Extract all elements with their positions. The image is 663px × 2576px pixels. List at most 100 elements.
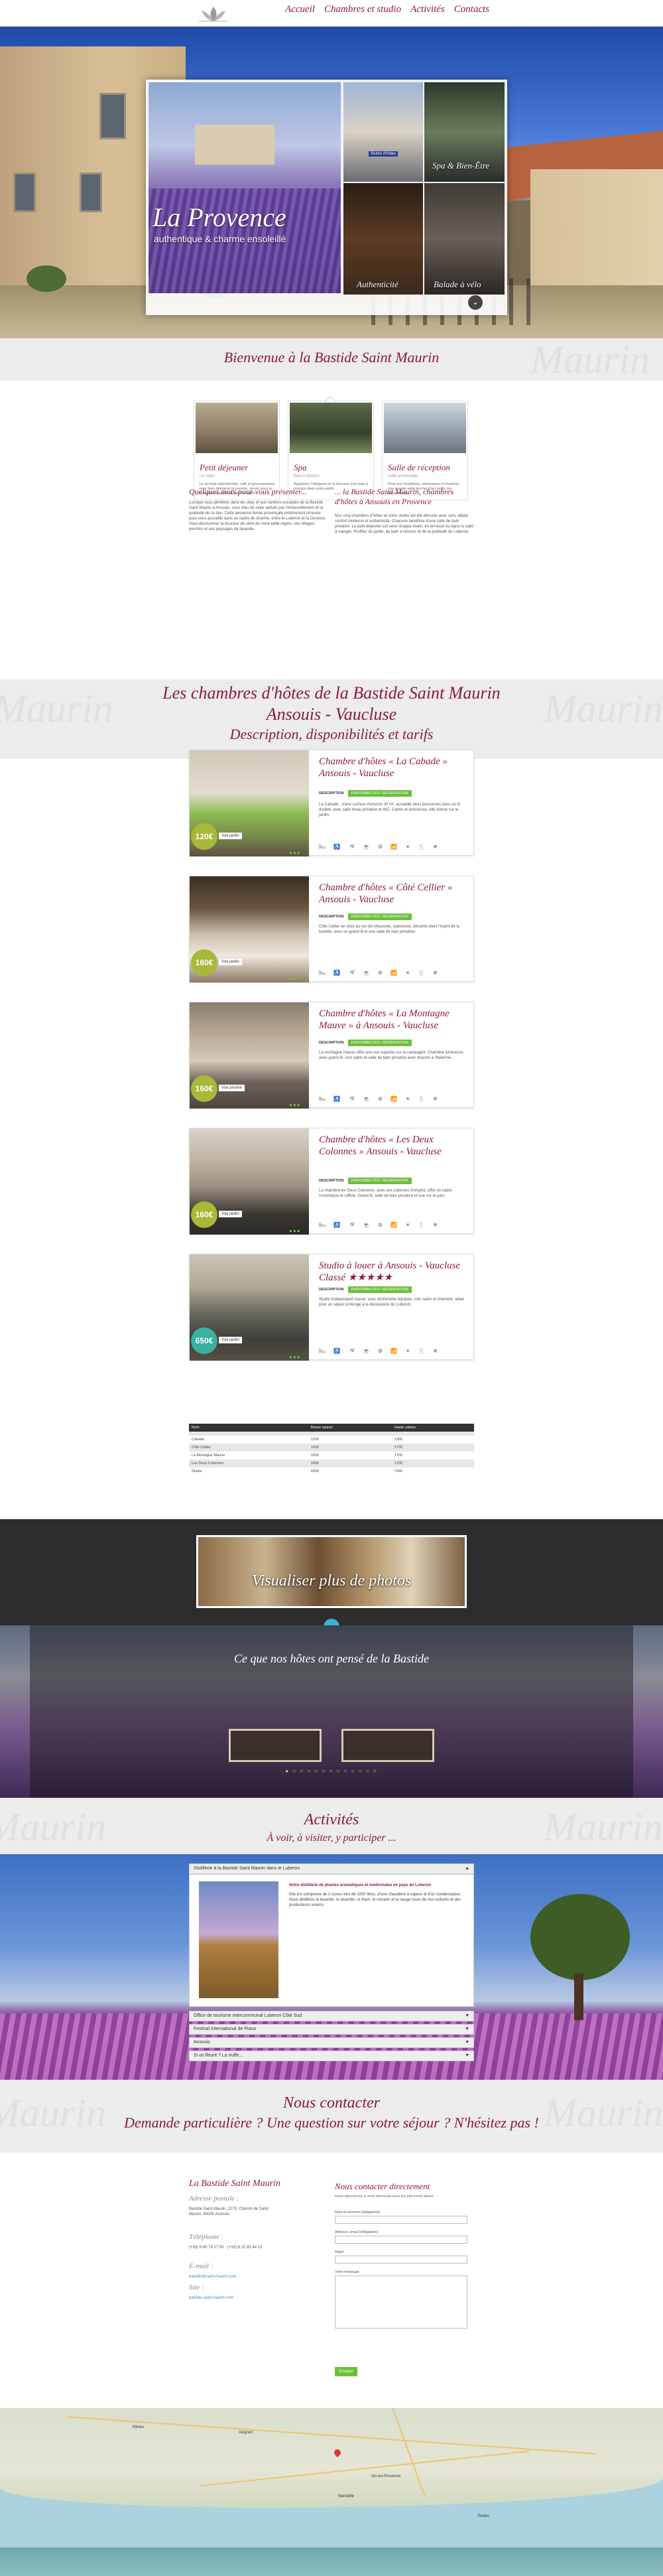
service-subtitle: Le matin (200, 474, 215, 478)
map-city: Toulon (477, 2514, 489, 2518)
testimonials-section: Ce que nos hôtes ont pensé de la Bastide… (0, 1625, 663, 1798)
intro-right-text: Nos cinq chambres d'hôtes et notre studi… (335, 514, 473, 534)
intro-right-title: ... la Bastide Saint Maurin, chambres d'… (335, 487, 454, 506)
nav-item-chambres[interactable]: Chambres et studio (324, 4, 401, 15)
slide-thumb-authenticite[interactable]: Authenticité (343, 183, 423, 295)
room-title[interactable]: Chambre d'hôtes « La Montagne Mauve » à … (319, 1008, 465, 1032)
tab-description[interactable]: DESCRIPTION (319, 1040, 344, 1046)
tarifs-table: Nom Basse saison Haute saison Cabade 120€… (189, 1424, 474, 1475)
table-header: Basse saison (308, 1424, 392, 1432)
chevron-down-icon: ▼ (465, 2053, 469, 2058)
carousel-dots[interactable]: ●●● (289, 1102, 301, 1108)
email-field[interactable] (335, 2236, 467, 2244)
phone-value[interactable]: (+33) 6 60 78 17 50 · (+33) 6 22 85 44 1… (189, 2245, 269, 2250)
slide-thumb-spa[interactable]: Spa & Bien-Être (424, 82, 505, 182)
rooms-list: 120€ Vue jardin ●●● Chambre d'hôtes « La… (0, 750, 663, 1413)
subject-field[interactable] (335, 2256, 467, 2264)
room-caption: Vue jardin (219, 959, 242, 965)
accordion-item-office[interactable]: Office de tourisme intercommunal Luberon… (189, 2011, 474, 2021)
room-caption: Vue jardin (219, 833, 242, 839)
message-field[interactable] (335, 2275, 467, 2329)
testimonials-title: Ce que nos hôtes ont pensé de la Bastide (234, 1652, 429, 1665)
email-link[interactable]: bastide@saint-maurin.com (189, 2274, 236, 2279)
slide-lavender[interactable]: La Provence authentique & charme ensolei… (149, 82, 341, 293)
tab-description[interactable]: DESCRIPTION (319, 1178, 344, 1184)
slide-thumb-studio[interactable]: Studio d'hôtes (343, 82, 423, 182)
map-section[interactable]: Avignon Aix-en-Provence Marseille Toulon… (0, 2408, 663, 2547)
email-field-label: Adresse email (obligatoire) (335, 2230, 379, 2234)
nav-item-accueil[interactable]: Accueil (285, 4, 315, 15)
price-badge: 160€ (191, 949, 217, 976)
carousel-dots[interactable]: ●●● (289, 1228, 301, 1234)
price-badge: 120€ (191, 823, 217, 850)
accordion-item-festival[interactable]: Festival International de Piano ▼ (189, 2024, 474, 2035)
service-card-spa[interactable]: Spa Bain à remous Appréciez l'élégance e… (288, 397, 374, 500)
contact-band: Maurin Maurin Nous contacter Demande par… (0, 2080, 663, 2153)
testimonial-card[interactable] (229, 1729, 322, 1762)
testimonial-card[interactable] (341, 1729, 434, 1762)
service-card-breakfast[interactable]: Petit déjeuner Le matin Le du frais séle… (194, 401, 280, 500)
room-title[interactable]: Chambre d'hôtes « La Cabade » Ansouis - … (319, 756, 465, 780)
chevron-down-icon: ▼ (465, 2013, 469, 2018)
carousel-dots[interactable]: ●●● (289, 976, 301, 982)
tab-disponibilites[interactable]: DISPONIBILITÉS / RÉSERVATION (347, 914, 412, 920)
map-city: Nîmes (133, 2425, 145, 2429)
rooms-title-line1: Les chambres d'hôtes de la Bastide Saint… (162, 683, 501, 703)
room-caption: Vue jardin (219, 1337, 242, 1343)
distillerie-image (199, 1881, 278, 1998)
amenity-icons: 🛏 ♿ 🚿 ☕ ⚙ 📶 ☀ 🍴 ❄ (319, 844, 441, 850)
hero-slider[interactable]: La Provence authentique & charme ensolei… (146, 80, 507, 315)
chevron-down-icon: ▼ (465, 2040, 469, 2045)
table-row: Les Deux Colonnes 160€ 170€ (189, 1459, 474, 1467)
tab-disponibilites[interactable]: DISPONIBILITÉS / RÉSERVATION (347, 1286, 412, 1293)
carousel-dots[interactable]: ●●● (289, 850, 301, 856)
slide-thumb-velo[interactable]: Balade à vélo (424, 183, 505, 295)
room-title[interactable]: Chambre d'hôtes « Côté Cellier » Ansouis… (319, 882, 465, 906)
table-header: Haute saison (391, 1424, 474, 1432)
activities-title: Activités (304, 1811, 359, 1828)
accordion-content: Notre distillerie de plantes aromatiques… (189, 1874, 474, 2007)
accordion-item-distillerie[interactable]: Distillerie à la Bastide Saint Maurin da… (189, 1864, 474, 1874)
room-title[interactable]: Studio à louer à Ansouis - Vaucluse Clas… (319, 1260, 465, 1284)
service-title: Petit déjeuner (200, 462, 249, 472)
map-city: Marseille (338, 2494, 355, 2498)
room-card[interactable]: 160€ Vue jardin ●●● Chambre d'hôtes « Cô… (189, 876, 474, 983)
tab-disponibilites[interactable]: DISPONIBILITÉS / RÉSERVATION (347, 790, 412, 797)
slider-next-button[interactable]: ⌄ (468, 295, 483, 310)
room-title[interactable]: Chambre d'hôtes « Les Deux Colonnes » An… (319, 1134, 465, 1158)
service-title: Spa (294, 462, 307, 472)
accordion-item-ansouis[interactable]: Ansouis ▼ (189, 2037, 474, 2048)
email-label: E-mail : (189, 2262, 213, 2270)
room-card[interactable]: 120€ Vue jardin ●●● Chambre d'hôtes « La… (189, 750, 474, 856)
tab-description[interactable]: DESCRIPTION (319, 1286, 344, 1293)
table-header: Nom (189, 1424, 308, 1432)
send-button[interactable]: Envoyer (335, 2367, 357, 2376)
room-description: La montagne mauve offre une vue superbe … (319, 1051, 463, 1060)
price-badge: 650€ (191, 1327, 217, 1354)
name-field[interactable] (335, 2216, 467, 2224)
site-label: Site : (189, 2283, 204, 2291)
lotus-logo-icon[interactable] (196, 5, 231, 24)
room-card[interactable]: 160€ Vue piscine ●●● Chambre d'hôtes « L… (189, 1002, 474, 1109)
activities-subtitle: À voir, à visiter, y participer ... (267, 1832, 396, 1844)
thumb-label-authenticite: Authenticité (357, 279, 398, 289)
gallery-link[interactable]: Visualiser plus de photos (196, 1535, 467, 1608)
tab-description[interactable]: DESCRIPTION (319, 790, 344, 797)
accordion-item-truffe[interactable]: Si on fleurit ? La truffe... ▼ (189, 2051, 474, 2061)
room-card[interactable]: 160€ Vue jardin ●●● Chambre d'hôtes « Le… (189, 1128, 474, 1235)
room-description: Studio indépendant classé, avec kitchene… (319, 1298, 464, 1307)
room-card[interactable]: 650€ Vue jardin ●●● Studio à louer à Ans… (189, 1254, 474, 1361)
carousel-dots[interactable]: ●●● (289, 1354, 301, 1360)
gallery-caption: Visualiser plus de photos (251, 1572, 412, 1590)
tab-disponibilites[interactable]: DISPONIBILITÉS / RÉSERVATION (347, 1040, 412, 1046)
price-badge: 160€ (191, 1201, 217, 1228)
tab-description[interactable]: DESCRIPTION (319, 914, 344, 920)
contact-section: La Bastide Saint Maurin Adresse postale … (0, 2169, 663, 2395)
nav-item-contacts[interactable]: Contacts (454, 4, 489, 15)
service-card-reception[interactable]: Salle de réception Salle privatisable Po… (382, 401, 468, 500)
chevron-down-icon: ▼ (465, 2027, 469, 2031)
site-link[interactable]: bastide-saint-maurin.com (189, 2295, 233, 2301)
nav-item-activites[interactable]: Activités (410, 4, 445, 15)
testimonial-pagination[interactable]: ● ○ ○ ○ ○ ○ ○ ○ ○ ○ ○ ○ ○ (0, 1768, 663, 1774)
tab-disponibilites[interactable]: DISPONIBILITÉS / RÉSERVATION (347, 1178, 412, 1184)
